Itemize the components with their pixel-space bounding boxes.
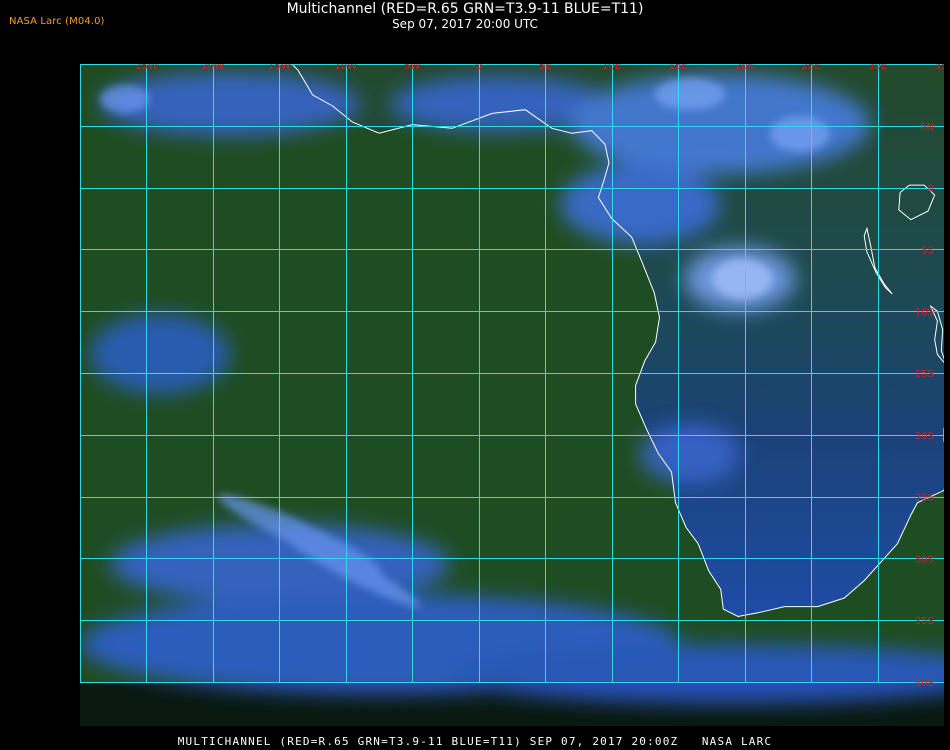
cloud-west-mid: [90, 314, 230, 394]
cloud-cell-center: [712, 259, 772, 299]
latitude-label: 25S: [915, 493, 934, 504]
longitude-label: 15E: [669, 64, 688, 72]
title-block: Multichannel (RED=R.65 GRN=T3.9-11 BLUE=…: [200, 2, 730, 32]
longitude-label: 20W: [202, 64, 225, 72]
latitude-label: 30S: [915, 554, 934, 565]
longitude-label: 20E: [735, 64, 754, 72]
longitude-label: 25W: [135, 64, 158, 72]
footer-caption: MULTICHANNEL (RED=R.65 GRN=T3.9-11 BLUE=…: [177, 735, 773, 748]
cloud-congo: [560, 164, 720, 244]
longitude-label: 15W: [268, 64, 291, 72]
cloud-cell-north-2: [655, 78, 725, 110]
map-svg: 25W 20W 15W 10W 5W 0 5E 10E 15E 20E 25E 30E 35E 5N 0 5…: [80, 64, 944, 704]
latitude-label: 40S: [915, 678, 934, 689]
longitude-label: 10W: [335, 64, 358, 72]
latitude-label: 15S: [915, 369, 934, 380]
cloud-namibia: [640, 424, 740, 484]
longitude-label: 5E: [539, 64, 552, 72]
latitude-label: 20S: [915, 431, 934, 442]
latitude-label: 5S: [921, 245, 934, 256]
image-title: Multichannel (RED=R.65 GRN=T3.9-11 BLUE=…: [286, 1, 644, 17]
credit-label: NASA Larc (M04.0): [9, 16, 105, 27]
cloud-cell-north-1: [100, 85, 150, 113]
satellite-map: 25W 20W 15W 10W 5W 0 5E 10E 15E 20E 25E 30E 35E 5N 0 5…: [80, 64, 944, 726]
cloud-cell-north-3: [770, 116, 830, 152]
latitude-label: 0: [928, 184, 934, 195]
longitude-label: 10E: [602, 64, 621, 72]
longitude-label: 0: [476, 64, 482, 72]
image-timestamp: Sep 07, 2017 20:00 UTC: [392, 17, 538, 31]
longitude-label: 5W: [404, 64, 420, 72]
latitude-label: 5N: [920, 122, 934, 133]
longitude-label: 25E: [802, 64, 821, 72]
longitude-label: 35E: [934, 64, 944, 72]
latitude-label: 10S: [915, 307, 934, 318]
longitude-label: 30E: [868, 64, 887, 72]
latitude-label: 35S: [915, 616, 934, 627]
